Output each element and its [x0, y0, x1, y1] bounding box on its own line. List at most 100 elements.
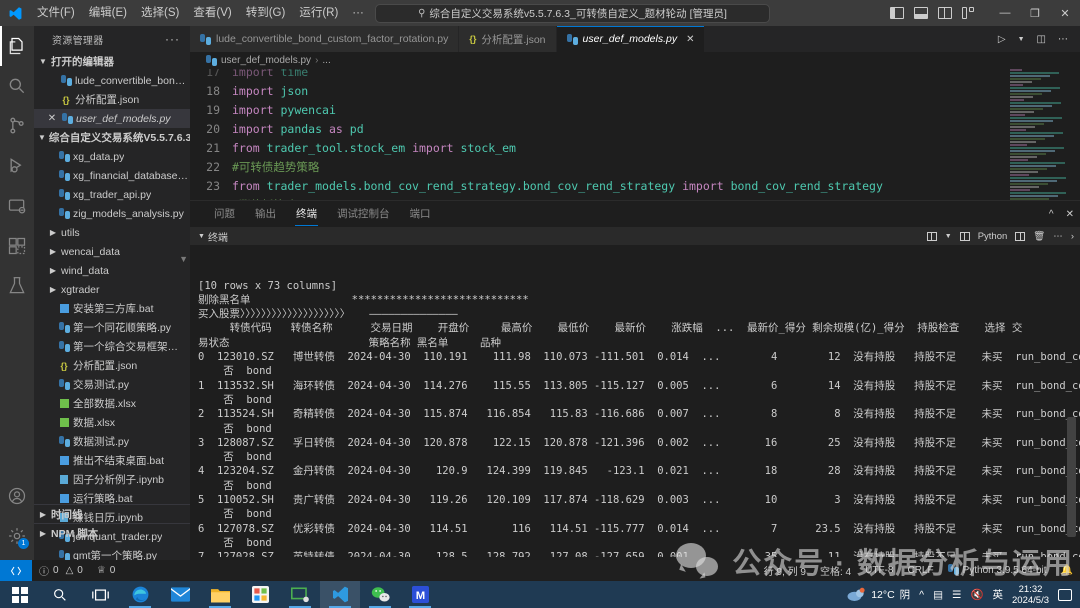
tab-lude-convertible-bond[interactable]: lude_convertible_bond_custom_factor_rota… — [190, 26, 460, 52]
remote-indicator[interactable] — [0, 560, 32, 581]
sidebar-item-extensions[interactable] — [0, 226, 34, 266]
sidebar-item-remote-explorer[interactable] — [0, 186, 34, 226]
minimize-button[interactable]: — — [990, 0, 1020, 26]
tree-file[interactable]: zig_models_analysis.py — [34, 204, 190, 223]
terminal-output[interactable]: [10 rows x 73 columns] 剔除黑名单 ************… — [190, 245, 1080, 557]
tree-folder[interactable]: ▶ utils — [34, 223, 190, 242]
menu-file[interactable]: 文件(F) — [30, 0, 82, 26]
sidebar-item-testing[interactable] — [0, 266, 34, 306]
open-editor-item-active[interactable]: ✕ user_def_models.py — [34, 109, 190, 128]
notifications-bell[interactable]: 🔔 — [1054, 560, 1080, 581]
tree-file[interactable]: 第一个综合交易框架策略qmt.py — [34, 337, 190, 356]
encoding[interactable]: UTF-8 — [858, 560, 900, 581]
tree-folder[interactable]: ▶ wind_data — [34, 261, 190, 280]
ime-language-indicator[interactable]: 英 — [993, 587, 1004, 602]
minimap[interactable] — [1008, 69, 1066, 217]
run-python-file-icon[interactable]: ▷ — [998, 34, 1006, 45]
tree-file[interactable]: {} 分析配置.json — [34, 356, 190, 375]
accounts-button[interactable] — [0, 476, 34, 516]
split-terminal-icon[interactable] — [926, 231, 937, 241]
tab-output[interactable]: 输出 — [245, 201, 286, 227]
mail-taskbar-icon[interactable] — [160, 581, 200, 608]
terminal-shell-label[interactable]: Python — [978, 231, 1008, 242]
tree-file[interactable]: xg_data.py — [34, 147, 190, 166]
menu-view[interactable]: 查看(V) — [186, 0, 238, 26]
wechat-taskbar-icon[interactable] — [360, 581, 400, 608]
eol[interactable]: CRLF — [900, 560, 940, 581]
tree-file[interactable]: xg_trader_api.py — [34, 185, 190, 204]
maximize-button[interactable]: ❐ — [1020, 0, 1050, 26]
section-project-root[interactable]: ▼ 综合自定义交易系统V5.5.7.6.3_可转... — [34, 128, 190, 147]
terminal-more-icon[interactable]: ⋯ — [1053, 231, 1063, 242]
vscode-taskbar-icon[interactable] — [320, 581, 360, 608]
section-open-editors[interactable]: ▼ 打开的编辑器 — [34, 52, 190, 71]
microsoft-store-taskbar-icon[interactable] — [240, 581, 280, 608]
scrollbar-thumb[interactable] — [1067, 417, 1076, 537]
tree-file[interactable]: 安装第三方库.bat — [34, 299, 190, 318]
file-explorer-taskbar-icon[interactable] — [200, 581, 240, 608]
menu-selection[interactable]: 选择(S) — [134, 0, 186, 26]
tree-file[interactable]: qmt第一个策略.py — [34, 546, 190, 560]
close-button[interactable]: ✕ — [1050, 0, 1080, 26]
run-dropdown-icon[interactable]: ▼ — [1018, 36, 1025, 43]
scroll-chevron-icon[interactable]: ▼ — [179, 254, 188, 264]
tree-file[interactable]: xg_financial_database.py — [34, 166, 190, 185]
taskbar-clock[interactable]: 21:32 2024/5/3 — [1012, 584, 1049, 606]
sidebar-item-explorer[interactable] — [0, 26, 34, 66]
cursor-position[interactable]: 行 9, 列 9 — [757, 560, 813, 581]
breadcrumb-file[interactable]: user_def_models.py — [221, 55, 311, 66]
sidebar-item-source-control[interactable] — [0, 106, 34, 146]
tray-expand-icon[interactable]: ^ — [919, 589, 924, 601]
menu-edit[interactable]: 编辑(E) — [82, 0, 134, 26]
toggle-primary-sidebar-icon[interactable] — [890, 7, 904, 19]
command-center-search[interactable]: ⚲ 综合自定义交易系统v5.5.7.6.3_可转债自定义_题材轮动 [管理员] — [375, 4, 770, 23]
tab-analysis-config[interactable]: {} 分析配置.json — [459, 26, 557, 52]
task-view-button[interactable] — [80, 581, 120, 608]
indentation[interactable]: 空格: 4 — [813, 560, 858, 581]
customize-layout-icon[interactable] — [962, 7, 976, 19]
tree-file[interactable]: 数据.xlsx — [34, 413, 190, 432]
wifi-icon[interactable]: ☰ — [952, 589, 961, 601]
open-editor-item[interactable]: {} 分析配置.json — [34, 90, 190, 109]
weather-widget[interactable]: 12°C 阴 — [846, 587, 910, 602]
menu-go[interactable]: 转到(G) — [239, 0, 293, 26]
chevron-right-icon[interactable]: › — [1071, 231, 1074, 242]
trash-icon[interactable]: 🗑 — [1033, 231, 1045, 242]
close-icon[interactable]: ✕ — [46, 113, 58, 124]
tree-file[interactable]: 数据测试.py — [34, 432, 190, 451]
section-timeline[interactable]: ▶ 时间线 — [34, 504, 190, 523]
code-editor[interactable]: 17 import time 18 import json 19 import pywen… — [190, 69, 1080, 217]
ports-status[interactable]: ♕ 0 — [90, 560, 123, 581]
terminal-dropdown-icon[interactable]: ▼ — [945, 233, 952, 240]
tree-folder[interactable]: ▶ wencai_data — [34, 242, 190, 261]
markdown-taskbar-icon[interactable]: M — [400, 581, 440, 608]
tab-terminal[interactable]: 终端 — [286, 201, 327, 227]
editor-scrollbar[interactable] — [1067, 69, 1080, 217]
terminal-scrollbar[interactable] — [1067, 247, 1078, 547]
manage-settings-button[interactable]: 1 — [0, 516, 34, 556]
open-editor-item[interactable]: lude_convertible_bond_c... — [34, 71, 190, 90]
explorer-more-icon[interactable]: ··· — [165, 32, 180, 46]
section-npm-scripts[interactable]: ▶ NPM 脚本 — [34, 523, 190, 542]
tree-file[interactable]: 推出不结束桌面.bat — [34, 451, 190, 470]
sidebar-item-search[interactable] — [0, 66, 34, 106]
language-mode[interactable]: Python 3.9.5 64-bit — [941, 560, 1054, 581]
notification-icon[interactable] — [1058, 588, 1072, 601]
sidebar-item-run-and-debug[interactable] — [0, 146, 34, 186]
split-icon[interactable] — [1015, 231, 1026, 241]
volume-mute-icon[interactable]: 🔇 — [970, 588, 983, 601]
start-button[interactable] — [0, 581, 40, 608]
chevron-down-icon[interactable]: ▼ — [198, 233, 205, 240]
tree-file[interactable]: 交易测试.py — [34, 375, 190, 394]
problems-status[interactable]: ⓘ 0 △ 0 — [32, 560, 90, 581]
toggle-panel-icon[interactable] — [914, 7, 928, 19]
split-editor-icon[interactable]: ◫ — [1037, 34, 1046, 45]
tab-debug-console[interactable]: 调试控制台 — [327, 201, 400, 227]
tree-file[interactable]: 全部数据.xlsx — [34, 394, 190, 413]
new-terminal-icon[interactable] — [959, 231, 970, 241]
tree-folder[interactable]: ▶ xgtrader — [34, 280, 190, 299]
tab-problems[interactable]: 问题 — [204, 201, 245, 227]
tab-ports[interactable]: 端口 — [400, 201, 441, 227]
tab-user-def-models[interactable]: user_def_models.py ✕ — [556, 26, 706, 52]
battery-icon[interactable]: ▤ — [933, 589, 943, 601]
